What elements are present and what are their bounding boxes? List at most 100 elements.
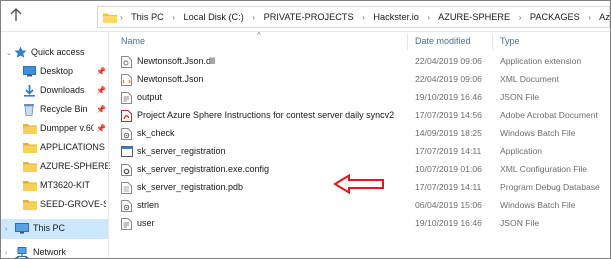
file-list: ^ Name Date modified Type Newtonsoft.Jso… [109, 31, 610, 258]
file-row[interactable]: sk_server_registration 17/07/2019 14:11 … [109, 143, 610, 161]
breadcrumb-contest[interactable]: Azure Sphere Contest P [599, 12, 610, 22]
nav-item-azure-sphere[interactable]: AZURE-SPHERE [1, 157, 111, 177]
file-date: 14/09/2019 18:25 [415, 128, 482, 138]
file-type: Application extension [500, 56, 582, 66]
column-divider[interactable] [407, 34, 408, 50]
file-type: Adobe Acrobat Document [500, 110, 598, 120]
file-row[interactable]: Newtonsoft.Json 22/04/2019 09:06 XML Doc… [109, 71, 610, 89]
file-type: JSON File [500, 218, 540, 228]
file-type: Windows Batch File [500, 200, 576, 210]
column-headers: ^ Name Date modified Type [109, 31, 610, 52]
file-date: 17/07/2019 14:56 [415, 110, 482, 120]
file-name: sk_server_registration [137, 146, 226, 156]
file-name: user [137, 218, 155, 228]
desktop-icon [23, 66, 36, 77]
file-name: strlen [137, 200, 160, 210]
pdb-file-icon [121, 182, 132, 194]
column-header-date[interactable]: Date modified [415, 36, 471, 46]
nav-item-seed-grove[interactable]: SEED-GROVE-SHIE [1, 195, 108, 215]
file-date: 19/10/2019 16:46 [415, 92, 482, 102]
chevron-right-icon: › [427, 13, 431, 22]
nav-item-label: Desktop [40, 66, 74, 76]
exe-file-icon [121, 146, 133, 158]
file-row[interactable]: Newtonsoft.Json.dll 22/04/2019 09:06 App… [109, 53, 610, 71]
nav-item-desktop[interactable]: Desktop 📌 [1, 62, 108, 82]
chevron-right-icon: › [362, 13, 365, 22]
address-bar[interactable]: › This PC › Local Disk (C:) › PRIVATE-PR… [97, 6, 610, 28]
file-explorer-window: › This PC › Local Disk (C:) › PRIVATE-PR… [0, 0, 611, 259]
file-date: 06/04/2019 15:06 [415, 200, 482, 210]
file-row[interactable]: output 19/10/2019 16:46 JSON File [109, 89, 610, 107]
up-arrow-icon[interactable] [9, 7, 25, 25]
file-date: 22/04/2019 09:06 [415, 56, 482, 66]
file-date: 22/04/2019 09:06 [415, 74, 482, 84]
file-row[interactable]: Project Azure Sphere Instructions for co… [109, 107, 610, 125]
folder-icon [23, 199, 37, 210]
breadcrumb-azure-sphere[interactable]: AZURE-SPHERE [438, 12, 510, 22]
column-divider[interactable] [492, 34, 493, 50]
batch-file-icon [121, 200, 132, 212]
downloads-icon [23, 85, 36, 97]
computer-icon [15, 223, 29, 234]
xml-file-icon [121, 74, 132, 86]
nav-item-recycle-bin[interactable]: Recycle Bin 📌 [1, 100, 108, 120]
chevron-right-icon: › [518, 13, 522, 22]
column-header-type[interactable]: Type [500, 36, 520, 46]
nav-item-applications[interactable]: APPLICATIONS [1, 138, 108, 158]
nav-item-dumpper[interactable]: Dumpper v.60.5 📌 [1, 119, 108, 139]
dll-file-icon [121, 56, 132, 68]
chevron-right-icon[interactable]: › [5, 250, 7, 257]
file-name: Project Azure Sphere Instructions for co… [137, 110, 395, 120]
file-type: XML Document [500, 74, 559, 84]
chevron-right-icon: › [252, 13, 256, 22]
file-date: 10/07/2019 01:06 [415, 164, 482, 174]
breadcrumb-hackster[interactable]: Hackster.io [373, 12, 418, 22]
batch-file-icon [121, 128, 132, 140]
chevron-down-icon[interactable]: ⌄ [6, 49, 12, 57]
file-row[interactable]: strlen 06/04/2019 15:06 Windows Batch Fi… [109, 197, 610, 215]
nav-item-label: APPLICATIONS [40, 142, 105, 152]
pdf-file-icon [121, 110, 132, 122]
pin-icon: 📌 [96, 86, 106, 95]
breadcrumb-local-disk[interactable]: Local Disk (C:) [184, 12, 244, 22]
nav-item-mt3620-kit[interactable]: MT3620-KIT [1, 176, 108, 196]
star-icon [14, 46, 27, 58]
file-name: Newtonsoft.Json [137, 74, 204, 84]
folder-icon [23, 142, 37, 153]
file-type: Program Debug Database [500, 182, 600, 192]
folder-icon [23, 180, 37, 191]
chevron-right-icon[interactable]: › [5, 226, 7, 233]
breadcrumb: › This PC › Local Disk (C:) › PRIVATE-PR… [120, 12, 610, 22]
file-date: 19/10/2019 16:46 [415, 218, 482, 228]
file-type: XML Configuration File [500, 164, 588, 174]
folder-icon [103, 12, 117, 23]
nav-item-quick-access[interactable]: ⌄ Quick access [1, 43, 108, 63]
json-file-icon [121, 218, 132, 230]
nav-item-network[interactable]: › Network [1, 243, 108, 258]
file-row[interactable]: user 19/10/2019 16:46 JSON File [109, 215, 610, 233]
json-file-icon [121, 92, 132, 104]
file-row[interactable]: sk_check 14/09/2019 18:25 Windows Batch … [109, 125, 610, 143]
file-name: output [137, 92, 163, 102]
chevron-right-icon: › [120, 13, 123, 22]
breadcrumb-this-pc[interactable]: This PC [131, 12, 164, 22]
nav-item-label: Recycle Bin [40, 104, 88, 114]
file-name: sk_server_registration.exe.config [137, 164, 270, 174]
sort-ascending-icon: ^ [257, 31, 261, 40]
recycle-bin-icon [23, 103, 36, 116]
pin-icon: 📌 [96, 105, 106, 114]
breadcrumb-packages[interactable]: PACKAGES [530, 12, 580, 22]
nav-item-label: This PC [33, 223, 66, 233]
nav-item-this-pc[interactable]: › This PC [1, 219, 108, 239]
file-name: sk_server_registration.pdb [137, 182, 244, 192]
file-type: Windows Batch File [500, 128, 576, 138]
file-type: Application [500, 146, 543, 156]
breadcrumb-private-projects[interactable]: PRIVATE-PROJECTS [264, 12, 354, 22]
nav-item-downloads[interactable]: Downloads 📌 [1, 81, 108, 101]
pin-icon: 📌 [96, 124, 106, 133]
nav-item-label: SEED-GROVE-SHIE [40, 199, 106, 209]
chevron-right-icon: › [588, 13, 592, 22]
column-header-name[interactable]: Name [121, 36, 145, 46]
nav-item-label: Quick access [31, 47, 85, 57]
annotation-arrow [333, 174, 384, 194]
